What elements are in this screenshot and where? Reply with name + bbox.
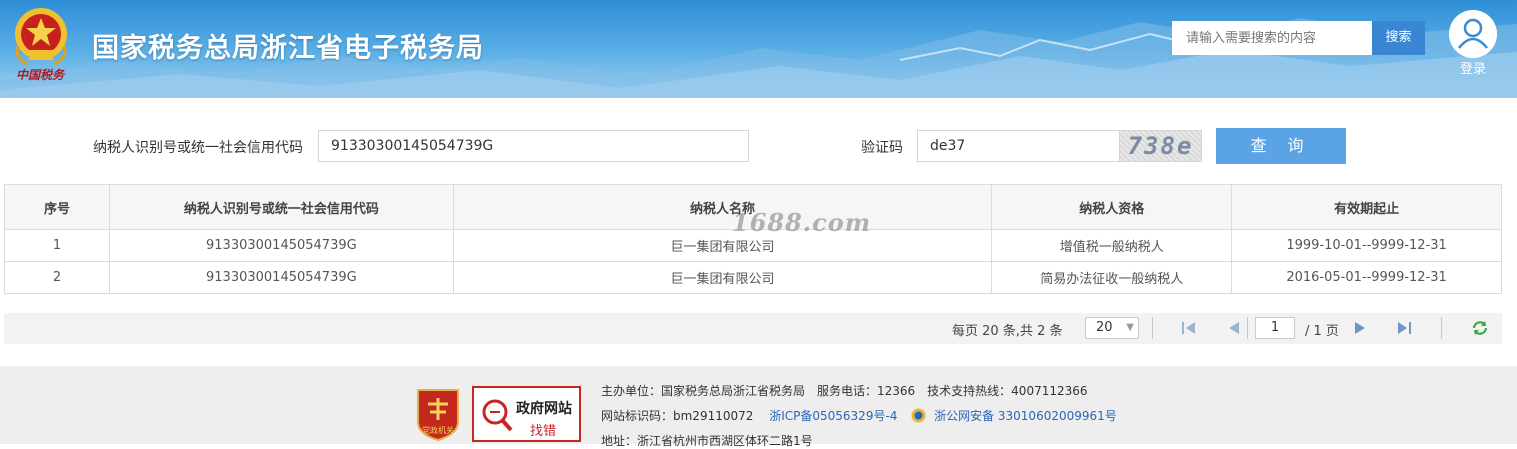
- emblem-icon: [15, 8, 67, 66]
- taxid-input[interactable]: [318, 130, 749, 162]
- emblem-caption: 中国税务: [16, 68, 65, 82]
- result-table: 序号 纳税人识别号或统一社会信用代码 纳税人名称 纳税人资格 有效期起止 1 9…: [4, 184, 1502, 294]
- footer-organizer: 主办单位：国家税务总局浙江省税务局 服务电话：12366 技术支持热线：4007…: [601, 384, 1088, 398]
- page-number-input[interactable]: 1: [1255, 317, 1295, 339]
- pagination-bar: 每页 20 条,共 2 条 20 ▼ 1 / 1 页: [4, 313, 1502, 344]
- cell-validity: 2016-05-01--9999-12-31: [1231, 261, 1502, 294]
- badge-label: 党政机关: [422, 425, 454, 435]
- next-page-icon[interactable]: [1350, 319, 1370, 337]
- cell-qualification: 增值税一般纳税人: [991, 229, 1233, 262]
- gov-site-label: 政府网站: [516, 401, 572, 417]
- captcha-image[interactable]: 738e: [1119, 130, 1202, 162]
- refresh-icon[interactable]: [1470, 319, 1490, 337]
- cell-name: 巨一集团有限公司: [452, 261, 993, 294]
- search-input[interactable]: [1172, 21, 1372, 55]
- police-record-link[interactable]: 浙公网安备 33010602009961号: [934, 409, 1117, 423]
- cell-taxid: 91330300145054739G: [108, 261, 454, 294]
- footer-address: 地址：浙江省杭州市西湖区体环二路1号: [601, 434, 813, 448]
- pager-divider: [1152, 317, 1153, 339]
- col-header-taxid: 纳税人识别号或统一社会信用代码: [108, 184, 454, 230]
- header-banner: 中国税务 国家税务总局浙江省电子税务局 搜索 登录: [0, 0, 1517, 98]
- cell-index: 2: [4, 261, 110, 294]
- cell-validity: 1999-10-01--9999-12-31: [1231, 229, 1502, 262]
- taxid-label: 纳税人识别号或统一社会信用代码: [93, 140, 303, 156]
- last-page-icon[interactable]: [1394, 319, 1414, 337]
- query-button[interactable]: 查 询: [1216, 128, 1346, 164]
- col-header-index: 序号: [4, 184, 110, 230]
- icp-link[interactable]: 浙ICP备05056329号-4: [769, 409, 897, 423]
- site-code: 网站标识码：bm29110072: [601, 409, 754, 423]
- first-page-icon[interactable]: [1179, 319, 1199, 337]
- table-row: 2 91330300145054739G 巨一集团有限公司 简易办法征收一般纳税…: [4, 261, 1502, 294]
- gov-site-error-link[interactable]: 政府网站 找错: [472, 386, 581, 442]
- footer-site-info: 网站标识码：bm29110072 浙ICP备05056329号-4 浙公网安备 …: [601, 407, 1117, 424]
- user-icon[interactable]: [1449, 10, 1497, 58]
- pager-divider: [1441, 317, 1442, 339]
- captcha-input[interactable]: [917, 130, 1119, 162]
- col-header-name: 纳税人名称: [452, 184, 993, 230]
- col-header-validity: 有效期起止: [1231, 184, 1502, 230]
- cell-taxid: 91330300145054739G: [108, 229, 454, 262]
- pagination-summary: 每页 20 条,共 2 条: [952, 324, 1063, 339]
- police-badge-icon: [911, 408, 926, 423]
- captcha-label: 验证码: [861, 140, 903, 156]
- pager-divider: [1247, 317, 1248, 339]
- watermark: 1688.com: [732, 208, 872, 237]
- prev-page-icon[interactable]: [1224, 319, 1244, 337]
- total-pages: / 1 页: [1305, 324, 1339, 339]
- cell-qualification: 简易办法征收一般纳税人: [991, 261, 1233, 294]
- search-button[interactable]: 搜索: [1372, 21, 1425, 55]
- magnifier-icon: [482, 399, 513, 432]
- error-report-label: 找错: [530, 424, 557, 439]
- cell-name: 巨一集团有限公司: [452, 229, 993, 262]
- party-badge-icon[interactable]: 党政机关: [414, 386, 462, 442]
- page-size-select[interactable]: 20 ▼: [1085, 317, 1139, 339]
- page-size-value: 20: [1096, 320, 1113, 335]
- login-link[interactable]: 登录: [1449, 58, 1497, 77]
- site-title: 国家税务总局浙江省电子税务局: [92, 33, 484, 64]
- footer: 党政机关 政府网站 找错 主办单位：国家税务总局浙江省税务局 服务电话：1236…: [0, 366, 1517, 448]
- col-header-qualification: 纳税人资格: [991, 184, 1233, 230]
- cell-index: 1: [4, 229, 110, 262]
- chevron-down-icon: ▼: [1126, 322, 1134, 333]
